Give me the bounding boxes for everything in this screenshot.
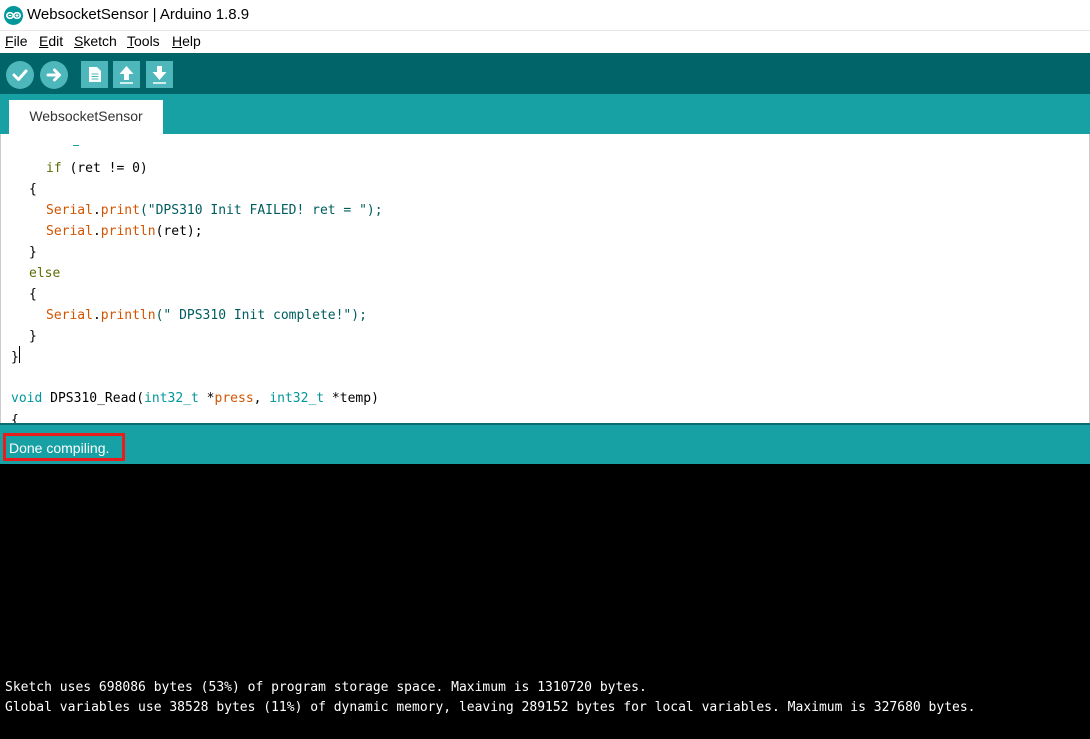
code-line: Serial.println(ret); — [46, 224, 203, 239]
menu-file[interactable]: File — [5, 33, 28, 49]
menu-bar: File Edit Sketch Tools Help — [0, 31, 1090, 53]
arrow-up-icon — [119, 66, 134, 84]
arduino-logo-icon — [4, 6, 23, 25]
arrow-down-icon — [152, 66, 167, 84]
status-highlight-box — [3, 433, 125, 461]
code-line: { — [29, 287, 37, 302]
code-line: } — [29, 329, 37, 344]
code-line: Serial.println(" DPS310 Init complete!")… — [46, 308, 367, 323]
code-line: } — [29, 245, 37, 260]
tab-websocketsensor[interactable]: WebsocketSensor — [9, 100, 163, 134]
menu-help[interactable]: Help — [172, 33, 201, 49]
save-sketch-button[interactable] — [146, 61, 173, 88]
code-line: else — [29, 266, 61, 281]
new-file-icon — [89, 67, 101, 82]
console-line: Sketch uses 698086 bytes (53%) of progra… — [5, 680, 647, 695]
code-line: { — [29, 182, 37, 197]
window-title: WebsocketSensor | Arduino 1.8.9 — [27, 6, 250, 23]
open-sketch-button[interactable] — [113, 61, 140, 88]
code-line: { — [11, 413, 19, 423]
tab-marker — [73, 145, 79, 146]
code-line: } — [11, 350, 19, 365]
code-editor[interactable]: if (ret != 0) { Serial.print("DPS310 Ini… — [0, 134, 1090, 423]
menu-edit[interactable]: Edit — [39, 33, 63, 49]
console-line: Global variables use 38528 bytes (11%) o… — [5, 700, 976, 715]
menu-sketch[interactable]: Sketch — [74, 33, 117, 49]
arrow-right-icon — [46, 68, 61, 82]
upload-button[interactable] — [40, 61, 68, 89]
new-sketch-button[interactable] — [81, 61, 108, 88]
verify-button[interactable] — [6, 61, 34, 89]
tab-label: WebsocketSensor — [29, 108, 143, 124]
code-line: Serial.print("DPS310 Init FAILED! ret = … — [46, 203, 383, 218]
tab-strip: WebsocketSensor — [0, 94, 1090, 134]
toolbar — [0, 53, 1090, 94]
status-bar: Done compiling. — [0, 423, 1090, 464]
text-caret — [19, 346, 20, 363]
code-line: if (ret != 0) — [46, 161, 148, 176]
code-line: void DPS310_Read(int32_t *press, int32_t… — [11, 391, 379, 406]
checkmark-icon — [12, 69, 28, 81]
menu-tools[interactable]: Tools — [127, 33, 160, 49]
title-bar: WebsocketSensor | Arduino 1.8.9 — [0, 0, 1090, 31]
output-console[interactable]: Sketch uses 698086 bytes (53%) of progra… — [0, 464, 1090, 739]
